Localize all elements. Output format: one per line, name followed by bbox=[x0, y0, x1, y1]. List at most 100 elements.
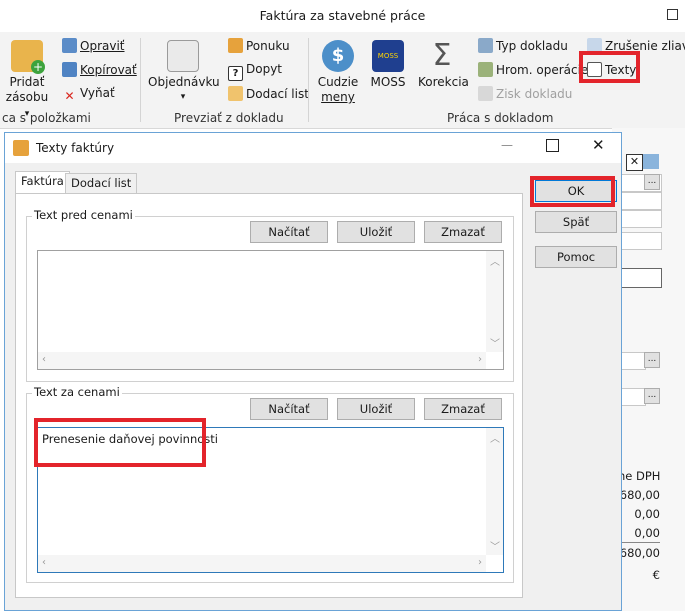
offer-icon bbox=[228, 38, 243, 53]
ulozit-button[interactable]: Uložiť bbox=[337, 398, 415, 420]
main-maximize-button[interactable] bbox=[667, 9, 678, 20]
meny-label: meny bbox=[321, 90, 355, 104]
dialog-titlebar: Texty faktúry — ✕ bbox=[5, 133, 621, 163]
pridat-label: Pridať bbox=[9, 75, 45, 89]
scroll-right-icon[interactable]: › bbox=[478, 557, 482, 568]
typ-dokladu-button[interactable]: Typ dokladu bbox=[478, 38, 568, 53]
close-small-icon[interactable]: ✕ bbox=[626, 154, 643, 171]
main-window-titlebar: Faktúra za stavebné práce bbox=[0, 0, 685, 32]
batch-operations-icon bbox=[478, 62, 493, 77]
moss-button[interactable]: MOSS MOSS bbox=[368, 40, 408, 90]
vertical-scrollbar[interactable]: ︿ ﹀ bbox=[486, 428, 503, 555]
scroll-up-icon[interactable]: ︿ bbox=[490, 430, 500, 445]
objednavku-button[interactable]: Objednávku ▾ bbox=[148, 40, 220, 105]
scroll-down-icon[interactable]: ﹀ bbox=[490, 335, 500, 350]
text-pred-cenami-textarea[interactable]: ︿ ﹀ ‹ › bbox=[37, 250, 504, 370]
spat-button[interactable]: Späť bbox=[535, 211, 617, 233]
section-label: Text pred cenami bbox=[32, 208, 135, 222]
ribbon-separator bbox=[308, 38, 309, 122]
currency-symbol: € bbox=[652, 568, 660, 582]
value-cell: 680,00 bbox=[619, 488, 660, 502]
close-button[interactable]: ✕ bbox=[592, 136, 605, 154]
dodaci-list-button[interactable]: Dodací list bbox=[228, 86, 309, 101]
app-icon bbox=[13, 140, 29, 156]
horizontal-scrollbar[interactable]: ‹ › bbox=[38, 352, 486, 369]
nacitat-button[interactable]: Načítať bbox=[250, 398, 328, 420]
document-type-icon bbox=[478, 38, 493, 53]
group-label-praca: Práca s dokladom bbox=[447, 111, 554, 125]
nacitat-button[interactable]: Načítať bbox=[250, 221, 328, 243]
main-window-title: Faktúra za stavebné práce bbox=[259, 8, 426, 23]
group-text-pred-cenami: Text pred cenami Načítať Uložiť Zmazať ︿… bbox=[26, 208, 514, 382]
zisk-dokladu-button[interactable]: Zisk dokladu bbox=[478, 86, 572, 101]
opravit-button[interactable]: Opraviť bbox=[62, 38, 125, 53]
opravit-label: Opraviť bbox=[80, 39, 125, 53]
cut-x-icon: ✕ bbox=[64, 89, 75, 103]
question-icon: ? bbox=[228, 66, 243, 81]
kopirovat-label: Kopírovať bbox=[80, 63, 137, 77]
vynat-label: Vyňať bbox=[80, 86, 115, 100]
copy-icon bbox=[62, 62, 77, 77]
vynat-button[interactable]: ✕ Vyňať bbox=[62, 86, 115, 104]
hrom-operacie-label: Hrom. operácie bbox=[496, 63, 589, 77]
value-cell: 0,00 bbox=[634, 507, 660, 521]
cudzie-label: Cudzie bbox=[317, 75, 359, 89]
horizontal-scrollbar[interactable]: ‹ › bbox=[38, 555, 486, 572]
edit-icon bbox=[62, 38, 77, 53]
korekcia-button[interactable]: Σ Korekcia bbox=[418, 38, 469, 90]
dodaci-list-label: Dodací list bbox=[246, 87, 309, 101]
dropdown-arrow-icon: ▾ bbox=[180, 92, 186, 102]
typ-dokladu-label: Typ dokladu bbox=[496, 39, 568, 53]
dialog-title: Texty faktúry bbox=[36, 141, 115, 155]
dopyt-label: Dopyt bbox=[246, 62, 283, 76]
ok-highlight-box bbox=[530, 176, 615, 207]
edit-small-icon[interactable] bbox=[643, 154, 659, 169]
text-highlight-box bbox=[34, 418, 206, 467]
tab-panel-faktura: Text pred cenami Načítať Uložiť Zmazať ︿… bbox=[15, 193, 523, 598]
order-document-icon bbox=[167, 40, 199, 72]
delivery-note-icon bbox=[228, 86, 243, 101]
scroll-down-icon[interactable]: ﹀ bbox=[490, 538, 500, 553]
moss-eu-icon: MOSS bbox=[372, 40, 404, 72]
section-label: Text za cenami bbox=[32, 385, 122, 399]
tab-faktura[interactable]: Faktúra bbox=[15, 171, 70, 195]
zisk-dokladu-label: Zisk dokladu bbox=[496, 87, 573, 101]
currency-coins-icon: $ bbox=[322, 40, 354, 72]
korekcia-label: Korekcia bbox=[418, 75, 469, 89]
ellipsis-button[interactable]: ... bbox=[644, 388, 660, 404]
ulozit-button[interactable]: Uložiť bbox=[337, 221, 415, 243]
scroll-left-icon[interactable]: ‹ bbox=[42, 354, 46, 365]
sigma-icon: Σ bbox=[432, 38, 452, 73]
zmazat-button[interactable]: Zmazať bbox=[424, 398, 502, 420]
invoice-right-panel: ✕ ... ... ... ne DPH 680,00 0,00 0,00 68… bbox=[612, 128, 685, 611]
maximize-button[interactable] bbox=[546, 139, 559, 152]
ponuku-label: Ponuku bbox=[246, 39, 290, 53]
moss-label: MOSS bbox=[370, 75, 406, 89]
zasobu-label: zásobu bbox=[5, 90, 49, 104]
column-header-dph: ne DPH bbox=[618, 469, 661, 483]
tab-dodaci-list[interactable]: Dodací list bbox=[65, 173, 138, 194]
ribbon-separator bbox=[140, 38, 141, 122]
scroll-right-icon[interactable]: › bbox=[478, 354, 482, 365]
minimize-button[interactable]: — bbox=[501, 138, 513, 152]
profit-icon bbox=[478, 86, 493, 101]
ellipsis-button[interactable]: ... bbox=[644, 352, 660, 368]
textarea-content bbox=[38, 251, 503, 259]
hrom-operacie-button[interactable]: Hrom. operácie bbox=[478, 62, 588, 77]
dopyt-button[interactable]: ? Dopyt bbox=[228, 62, 282, 81]
value-cell-total: 680,00 bbox=[619, 546, 660, 560]
kopirovat-button[interactable]: Kopírovať bbox=[62, 62, 137, 77]
value-cell: 0,00 bbox=[634, 526, 660, 540]
ponuku-button[interactable]: Ponuku bbox=[228, 38, 290, 53]
zmazat-button[interactable]: Zmazať bbox=[424, 221, 502, 243]
vertical-scrollbar[interactable]: ︿ ﹀ bbox=[486, 251, 503, 352]
pridat-zasobu-button[interactable]: + Pridať zásobu ▾ bbox=[4, 40, 50, 122]
group-label-polozky: ca s položkami bbox=[2, 111, 91, 125]
cudzie-meny-button[interactable]: $ Cudzie meny bbox=[316, 40, 360, 105]
scroll-up-icon[interactable]: ︿ bbox=[490, 253, 500, 268]
scroll-left-icon[interactable]: ‹ bbox=[42, 557, 46, 568]
texty-highlight-box bbox=[579, 51, 640, 83]
ellipsis-button[interactable]: ... bbox=[644, 174, 660, 190]
objednavku-label: Objednávku bbox=[148, 75, 220, 89]
pomoc-button[interactable]: Pomoc bbox=[535, 246, 617, 268]
